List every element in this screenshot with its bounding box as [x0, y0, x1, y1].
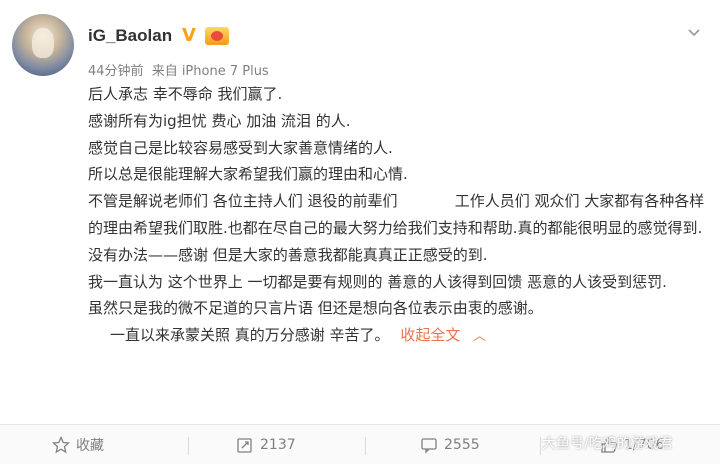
repost-count: 2137 [260, 437, 296, 453]
content-line: 虽然只是我的微不足道的只言片语 但还是想向各位表示由衷的感谢。 [88, 299, 543, 318]
content-line: 不管是解说老师们 各位主持人们 退役的前辈们 工作人员们 观众们 大家都有各种各… [88, 192, 705, 237]
post-content: 后人承志 幸不辱命 我们赢了. 感谢所有为ig担忧 费心 加油 流泪 的人. 感… [88, 81, 716, 351]
verified-v-icon: V [182, 25, 196, 46]
content-line: 感谢所有为ig担忧 费心 加油 流泪 的人. [88, 111, 351, 130]
content-text: 一直以来承蒙关照 真的万分感谢 辛苦了。 [110, 326, 390, 345]
comment-count: 2555 [444, 437, 480, 453]
watermark: 大鱼号/吃鸡的游戏君 [542, 436, 673, 452]
content-line-last: 一直以来承蒙关照 真的万分感谢 辛苦了。 收起全文 ︿ [110, 322, 716, 351]
comment-button[interactable]: 2555 [420, 425, 480, 464]
post-time[interactable]: 44分钟前 [88, 64, 144, 79]
favorite-button[interactable]: 收藏 [52, 425, 104, 464]
collapse-link[interactable]: 收起全文 [400, 326, 460, 344]
post-meta: 44分钟前 来自 iPhone 7 Plus [88, 60, 273, 79]
divider [365, 437, 366, 455]
star-icon [52, 436, 70, 454]
favorite-label: 收藏 [76, 438, 104, 454]
comment-icon [421, 438, 437, 454]
user-avatar[interactable] [12, 14, 74, 76]
chevron-down-icon[interactable] [684, 22, 704, 42]
chevron-up-icon[interactable]: ︿ [473, 329, 486, 344]
repost-button[interactable]: 2137 [236, 425, 296, 464]
content-line: 没有办法——感谢 但是大家的善意我都能真真正正感受的到. [88, 245, 488, 264]
post-source: 来自 iPhone 7 Plus [151, 64, 269, 79]
content-line: 所以总是很能理解大家希望我们赢的理由和心情. [88, 165, 408, 184]
content-line: 我一直认为 这个世界上 一切都是要有规则的 善意的人该得到回馈 恶意的人该受到惩… [88, 272, 667, 291]
weibo-post: iG_Baolan V 44分钟前 来自 iPhone 7 Plus 后人承志 … [0, 0, 720, 424]
divider [540, 437, 541, 455]
username[interactable]: iG_Baolan [88, 26, 172, 46]
divider [188, 437, 189, 455]
content-line: 感觉自己是比较容易感受到大家善意情绪的人. [88, 138, 393, 157]
content-line: 后人承志 幸不辱命 我们赢了. [88, 85, 283, 103]
vip-badge-icon [205, 27, 229, 45]
repost-icon [237, 438, 252, 453]
